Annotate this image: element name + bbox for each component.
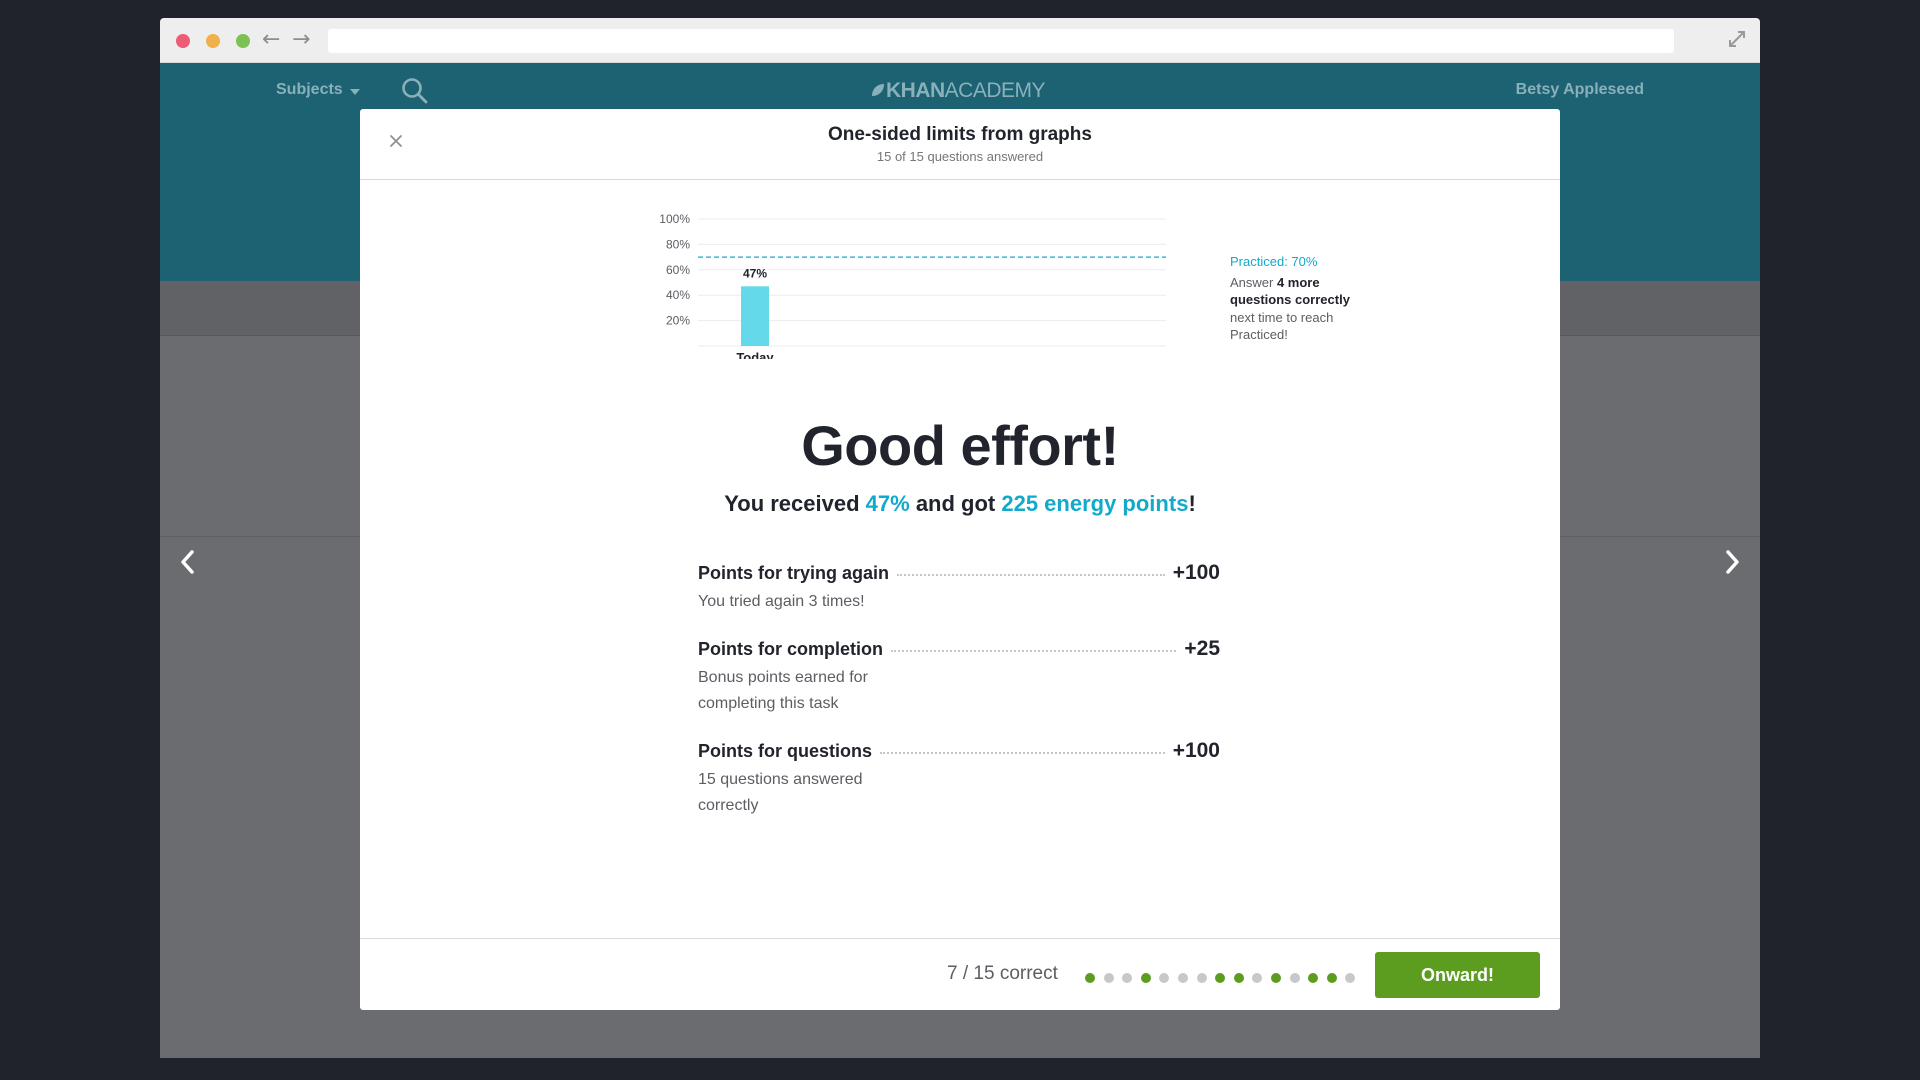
answer-dot-incorrect bbox=[1289, 973, 1300, 983]
practiced-note: Practiced: 70% Answer 4 more questions c… bbox=[1230, 253, 1370, 344]
user-menu[interactable]: Betsy Appleseed bbox=[1516, 81, 1644, 99]
answer-dot-incorrect bbox=[1196, 973, 1207, 983]
subjects-menu[interactable]: Subjects bbox=[276, 81, 343, 99]
answer-dot-correct bbox=[1233, 973, 1244, 983]
modal-footer: 7 / 15 correct Onward! bbox=[360, 938, 1560, 1010]
maximize-window-button[interactable] bbox=[236, 34, 250, 48]
close-window-button[interactable] bbox=[176, 34, 190, 48]
correct-count: 7 / 15 correct bbox=[947, 963, 1058, 984]
answer-dot-incorrect bbox=[1177, 973, 1188, 983]
chart-bar bbox=[741, 286, 769, 346]
y-tick-label: 60% bbox=[666, 263, 690, 277]
answer-dot-correct bbox=[1085, 973, 1095, 983]
y-tick-label: 40% bbox=[666, 288, 690, 302]
answer-dot-incorrect bbox=[1103, 973, 1114, 983]
search-icon[interactable] bbox=[400, 76, 430, 106]
points-value: +100 bbox=[1172, 561, 1220, 584]
results-modal: One-sided limits from graphs 15 of 15 qu… bbox=[360, 109, 1560, 1010]
answer-dot-incorrect bbox=[1122, 973, 1133, 983]
answer-dot-correct bbox=[1270, 973, 1281, 983]
bar-value-label: 47% bbox=[743, 266, 767, 280]
next-arrow-icon[interactable] bbox=[1720, 546, 1744, 578]
points-value: +25 bbox=[1184, 637, 1220, 660]
back-arrow-icon[interactable]: ← bbox=[262, 27, 280, 53]
answer-dot-correct bbox=[1215, 973, 1226, 983]
points-label: Points for questions bbox=[698, 741, 873, 761]
dotted-leader bbox=[880, 752, 1165, 754]
answer-dot-correct bbox=[1140, 973, 1151, 983]
answer-dot-correct bbox=[1326, 973, 1337, 983]
energy-points: 225 energy points bbox=[1001, 491, 1189, 516]
onward-button[interactable]: Onward! bbox=[1375, 952, 1540, 998]
x-category-label: Today bbox=[736, 350, 774, 359]
points-description: Bonus points earned for completing this … bbox=[698, 669, 868, 712]
progress-bar-chart: 20%40%60%80%100%47%Today2:03pm bbox=[659, 212, 1166, 359]
y-tick-label: 100% bbox=[659, 212, 690, 226]
answer-dot-incorrect bbox=[1345, 973, 1356, 983]
points-description: You tried again 3 times! bbox=[698, 593, 865, 610]
score-percent: 47% bbox=[865, 491, 910, 516]
leaf-icon bbox=[872, 84, 884, 96]
modal-header: One-sided limits from graphs 15 of 15 qu… bbox=[360, 109, 1560, 180]
points-row: Points for questions +100 15 questions a… bbox=[698, 739, 1220, 819]
result-headline: Good effort! bbox=[801, 414, 1119, 477]
points-row: Points for trying again +100 You tried a… bbox=[698, 561, 1220, 615]
points-breakdown: Points for trying again +100 You tried a… bbox=[698, 561, 1220, 819]
minimize-window-button[interactable] bbox=[206, 34, 220, 48]
chevron-down-icon[interactable] bbox=[350, 89, 360, 95]
answer-dot-incorrect bbox=[1252, 973, 1263, 983]
points-label: Points for completion bbox=[698, 639, 884, 659]
result-summary: You received 47% and got 225 energy poin… bbox=[724, 491, 1196, 516]
forward-arrow-icon[interactable]: → bbox=[292, 27, 310, 53]
dotted-leader bbox=[897, 574, 1165, 576]
modal-subtitle: 15 of 15 questions answered bbox=[876, 149, 1044, 164]
answer-dot-correct bbox=[1308, 973, 1319, 983]
browser-window: ← → Subjects KHANACADEMY Betsy Appleseed bbox=[160, 18, 1760, 1058]
points-value: +100 bbox=[1172, 739, 1220, 762]
answer-progress-dots bbox=[1085, 973, 1364, 983]
points-row: Points for completion +25 Bonus points e… bbox=[698, 637, 1220, 717]
y-tick-label: 80% bbox=[666, 237, 690, 251]
dotted-leader bbox=[891, 650, 1177, 652]
khan-academy-logo[interactable]: KHANACADEMY bbox=[870, 79, 1046, 103]
points-description: 15 questions answered correctly bbox=[698, 771, 863, 814]
modal-title: One-sided limits from graphs bbox=[828, 124, 1092, 145]
answer-dot-incorrect bbox=[1159, 973, 1170, 983]
browser-chrome: ← → bbox=[160, 18, 1760, 63]
fullscreen-icon[interactable] bbox=[1726, 28, 1748, 50]
points-label: Points for trying again bbox=[698, 563, 890, 583]
previous-arrow-icon[interactable] bbox=[176, 546, 200, 578]
address-bar[interactable] bbox=[328, 29, 1674, 53]
y-tick-label: 20% bbox=[666, 314, 690, 328]
practiced-threshold-label: Practiced: 70% bbox=[1230, 254, 1318, 269]
